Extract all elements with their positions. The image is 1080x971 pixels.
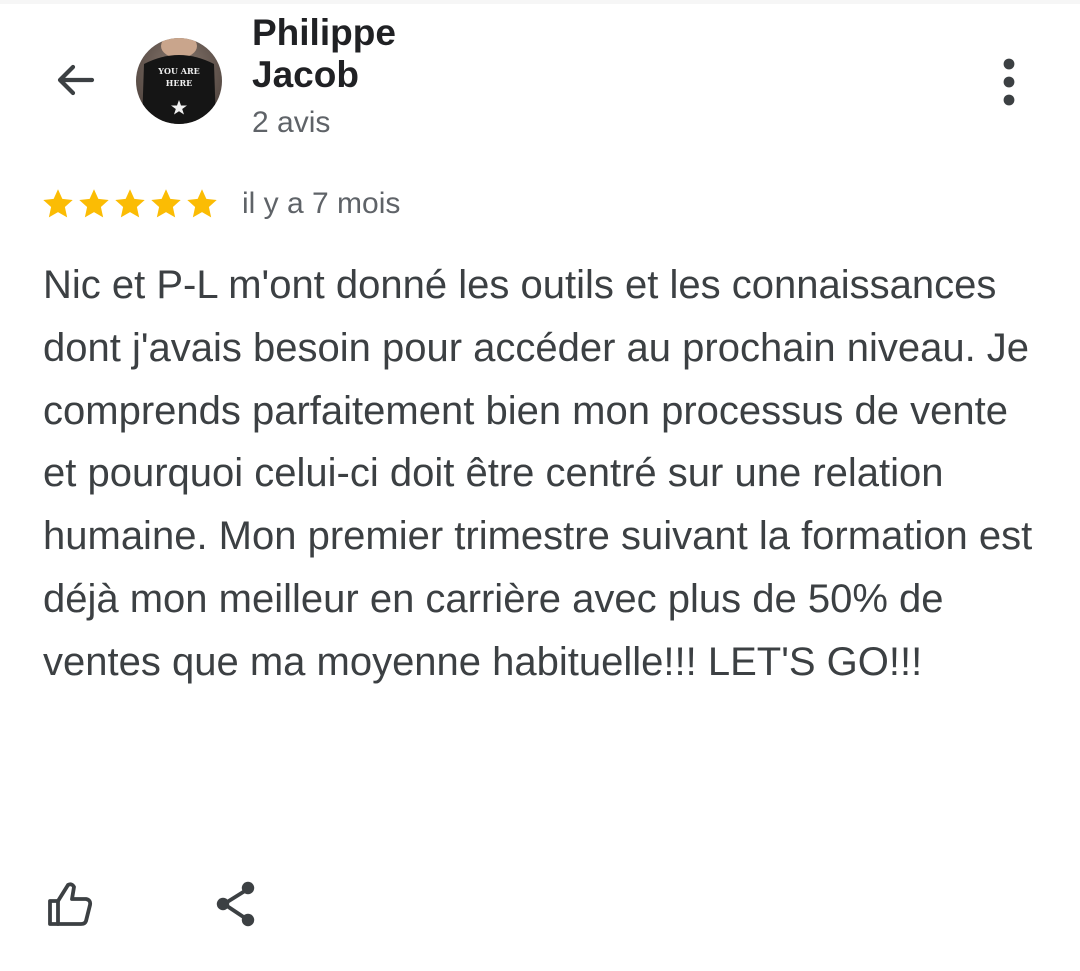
like-button[interactable] (40, 874, 100, 934)
more-vertical-icon (1003, 58, 1015, 106)
star-icon (43, 189, 73, 218)
star-icon (151, 189, 181, 218)
share-icon (216, 881, 255, 927)
review-count: 2 avis (252, 106, 331, 139)
thumbs-up-icon (48, 882, 93, 926)
back-button[interactable] (48, 54, 100, 106)
avatar-shirt-text: HERE (166, 78, 192, 88)
more-options-button[interactable] (986, 56, 1032, 108)
avatar-image: YOU ARE HERE (136, 38, 222, 124)
review-actions (40, 874, 266, 934)
reviewer-name[interactable]: Philippe Jacob (252, 12, 442, 96)
star-icon (187, 189, 217, 218)
rating-row: il y a 7 mois (40, 184, 400, 224)
avatar-shirt-text: YOU ARE (157, 66, 199, 76)
review-time: il y a 7 mois (242, 187, 401, 220)
review-text: Nic et P-L m'ont donné les outils et les… (43, 263, 1033, 684)
review-header: YOU ARE HERE Philippe Jacob 2 avis (0, 0, 1080, 170)
star-icon (79, 189, 109, 218)
avatar[interactable]: YOU ARE HERE (136, 38, 222, 124)
share-button[interactable] (206, 874, 266, 934)
star-icon (115, 189, 145, 218)
arrow-left-icon (57, 64, 95, 96)
star-rating (40, 186, 220, 222)
reviewer-info: Philippe Jacob 2 avis (252, 12, 442, 143)
